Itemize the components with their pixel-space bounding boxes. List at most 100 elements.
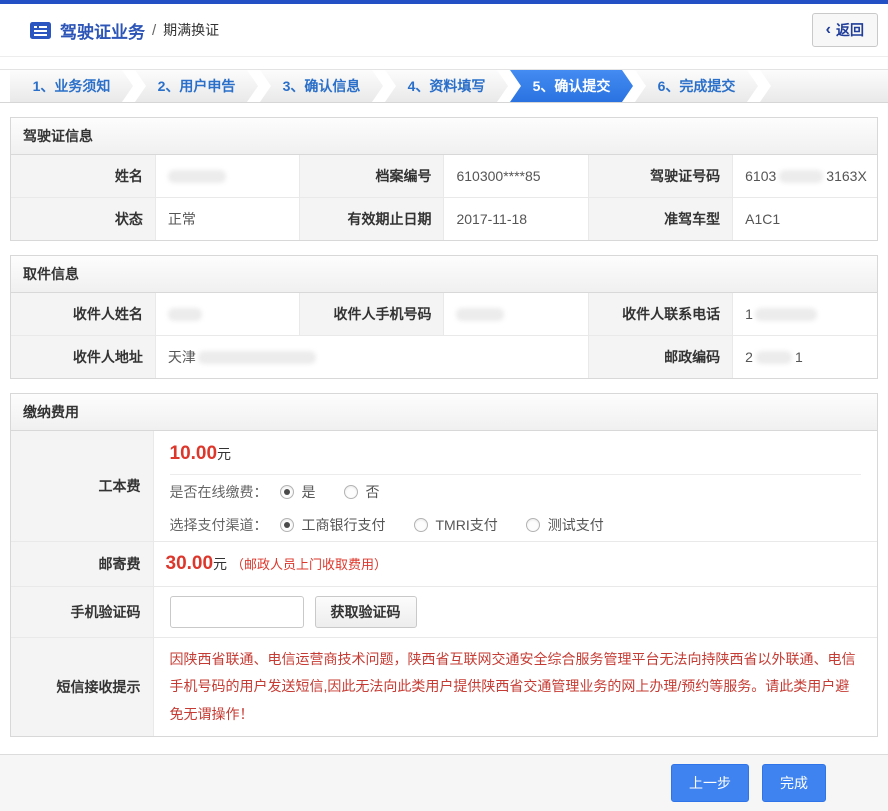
step-5-confirm-submit: 5、确认提交 bbox=[510, 70, 633, 102]
postal-code-prefix: 2 bbox=[745, 349, 753, 365]
postal-code-value: 21 bbox=[733, 336, 877, 379]
recipient-name-label: 收件人姓名 bbox=[11, 293, 155, 336]
sms-code-label: 手机验证码 bbox=[11, 587, 153, 638]
recipient-address-label: 收件人地址 bbox=[11, 336, 155, 379]
redacted-value bbox=[168, 170, 226, 183]
postage-fee-label: 邮寄费 bbox=[11, 542, 153, 587]
footer-action-bar: 上一步 完成 bbox=[0, 754, 888, 811]
recipient-mobile-label: 收件人手机号码 bbox=[300, 293, 444, 336]
radio-online-pay-yes-label: 是 bbox=[302, 482, 316, 502]
get-sms-code-button[interactable]: 获取验证码 bbox=[315, 596, 417, 628]
radio-online-pay-no[interactable]: 否 bbox=[344, 482, 380, 502]
license-number-label: 驾驶证号码 bbox=[588, 155, 732, 198]
license-info-table: 姓名 档案编号 610300****85 驾驶证号码 6103 3163X 状态 … bbox=[11, 155, 877, 240]
redacted-value bbox=[456, 308, 504, 321]
pay-channel-question: 选择支付渠道： 工商银行支付 TMRI支付 bbox=[154, 508, 878, 541]
redacted-value bbox=[779, 170, 823, 183]
redacted-value bbox=[755, 308, 817, 321]
recipient-mobile-value bbox=[444, 293, 588, 336]
production-fee-unit: 元 bbox=[217, 446, 231, 462]
table-row: 姓名 档案编号 610300****85 驾驶证号码 6103 3163X bbox=[11, 155, 877, 198]
production-fee-label: 工本费 bbox=[11, 431, 153, 542]
section-pickup-info-title: 取件信息 bbox=[11, 256, 877, 293]
radio-unselected-icon[interactable] bbox=[526, 518, 540, 532]
table-row: 收件人姓名 收件人手机号码 收件人联系电话 1 bbox=[11, 293, 877, 336]
table-row: 工本费 10.00元 是否在线缴费： 是 bbox=[11, 431, 877, 542]
pay-channel-question-label: 选择支付渠道： bbox=[170, 515, 268, 535]
step-3-confirm-info: 3、确认信息 bbox=[260, 70, 383, 102]
sms-notice-text: 因陕西省联通、电信运营商技术问题，陕西省互联网交通安全综合服务管理平台无法向持陕… bbox=[170, 646, 862, 728]
license-number-prefix: 6103 bbox=[745, 168, 776, 184]
recipient-address-value: 天津 bbox=[155, 336, 588, 379]
redacted-value bbox=[198, 351, 316, 364]
postal-code-label: 邮政编码 bbox=[588, 336, 732, 379]
valid-until-value: 2017-11-18 bbox=[444, 198, 588, 241]
recipient-phone-value: 1 bbox=[733, 293, 877, 336]
main-content: 驾驶证信息 姓名 档案编号 610300****85 驾驶证号码 6103316… bbox=[0, 103, 888, 737]
page-header: 驾驶证业务 / 期满换证 ‹ 返回 bbox=[0, 4, 888, 57]
radio-channel-test-label: 测试支付 bbox=[548, 515, 604, 535]
online-pay-question: 是否在线缴费： 是 否 bbox=[154, 475, 878, 508]
section-fees: 缴纳费用 工本费 10.00元 是否在线缴费： 是 bbox=[10, 393, 878, 737]
redacted-value bbox=[756, 351, 792, 364]
vehicle-class-value: A1C1 bbox=[733, 198, 877, 241]
radio-channel-icbc[interactable]: 工商银行支付 bbox=[280, 515, 386, 535]
radio-selected-icon[interactable] bbox=[280, 518, 294, 532]
sms-notice-label: 短信接收提示 bbox=[11, 638, 153, 736]
status-value: 正常 bbox=[155, 198, 299, 241]
sms-code-input[interactable] bbox=[170, 596, 304, 628]
back-chevron-icon: ‹ bbox=[826, 22, 831, 38]
back-button[interactable]: ‹ 返回 bbox=[812, 13, 878, 47]
table-row: 短信接收提示 因陕西省联通、电信运营商技术问题，陕西省互联网交通安全综合服务管理… bbox=[11, 638, 877, 736]
breadcrumb-separator: / bbox=[152, 22, 156, 39]
table-row: 手机验证码 获取验证码 bbox=[11, 587, 877, 638]
valid-until-label: 有效期止日期 bbox=[300, 198, 444, 241]
step-6-finish-submit: 6、完成提交 bbox=[635, 70, 758, 102]
online-pay-options: 是 否 bbox=[280, 482, 380, 502]
postage-fee-unit: 元 bbox=[213, 556, 227, 572]
finish-button[interactable]: 完成 bbox=[762, 764, 826, 802]
license-business-icon bbox=[30, 22, 51, 39]
production-fee-amount: 10.00 bbox=[170, 443, 218, 464]
radio-online-pay-no-label: 否 bbox=[366, 482, 380, 502]
step-2-user-declaration: 2、用户申告 bbox=[135, 70, 258, 102]
recipient-phone-prefix: 1 bbox=[745, 306, 753, 322]
vehicle-class-label: 准驾车型 bbox=[588, 198, 732, 241]
redacted-value bbox=[168, 308, 202, 321]
status-label: 状态 bbox=[11, 198, 155, 241]
production-fee-value: 10.00元 是否在线缴费： 是 否 bbox=[153, 431, 877, 542]
file-number-value: 610300****85 bbox=[444, 155, 588, 198]
production-fee-amount-line: 10.00元 bbox=[154, 431, 878, 474]
page-title: 驾驶证业务 bbox=[60, 18, 145, 43]
radio-channel-test[interactable]: 测试支付 bbox=[526, 515, 604, 535]
license-number-suffix: 3163X bbox=[826, 168, 866, 184]
postal-code-suffix: 1 bbox=[795, 349, 803, 365]
section-fees-title: 缴纳费用 bbox=[11, 394, 877, 431]
table-row: 收件人地址 天津 邮政编码 21 bbox=[11, 336, 877, 379]
radio-selected-icon[interactable] bbox=[280, 485, 294, 499]
fees-table: 工本费 10.00元 是否在线缴费： 是 bbox=[11, 431, 877, 736]
step-wizard-bar: 1、业务须知 2、用户申告 3、确认信息 4、资料填写 5、确认提交 6、完成提… bbox=[0, 69, 888, 103]
section-pickup-info: 取件信息 收件人姓名 收件人手机号码 收件人联系电话 1 收件人地址 天津 邮政… bbox=[10, 255, 878, 379]
license-number-value: 6103 3163X bbox=[733, 155, 877, 198]
name-label: 姓名 bbox=[11, 155, 155, 198]
prev-step-button[interactable]: 上一步 bbox=[671, 764, 749, 802]
back-button-label: 返回 bbox=[836, 20, 864, 40]
radio-unselected-icon[interactable] bbox=[344, 485, 358, 499]
sms-notice-value: 因陕西省联通、电信运营商技术问题，陕西省互联网交通安全综合服务管理平台无法向持陕… bbox=[153, 638, 877, 736]
table-row: 状态 正常 有效期止日期 2017-11-18 准驾车型 A1C1 bbox=[11, 198, 877, 241]
pickup-info-table: 收件人姓名 收件人手机号码 收件人联系电话 1 收件人地址 天津 邮政编码 21 bbox=[11, 293, 877, 378]
recipient-address-prefix: 天津 bbox=[168, 349, 196, 365]
radio-channel-tmri[interactable]: TMRI支付 bbox=[414, 515, 498, 535]
step-1-business-notice: 1、业务须知 bbox=[10, 70, 133, 102]
radio-unselected-icon[interactable] bbox=[414, 518, 428, 532]
radio-channel-icbc-label: 工商银行支付 bbox=[302, 515, 386, 535]
step-4-fill-materials: 4、资料填写 bbox=[385, 70, 508, 102]
postage-fee-value: 30.00元（邮政人员上门收取费用） bbox=[153, 542, 877, 587]
radio-online-pay-yes[interactable]: 是 bbox=[280, 482, 316, 502]
recipient-phone-label: 收件人联系电话 bbox=[588, 293, 732, 336]
table-row: 邮寄费 30.00元（邮政人员上门收取费用） bbox=[11, 542, 877, 587]
page-subtitle: 期满换证 bbox=[163, 20, 219, 40]
file-number-label: 档案编号 bbox=[300, 155, 444, 198]
pay-channel-options: 工商银行支付 TMRI支付 测试支付 bbox=[280, 515, 604, 535]
